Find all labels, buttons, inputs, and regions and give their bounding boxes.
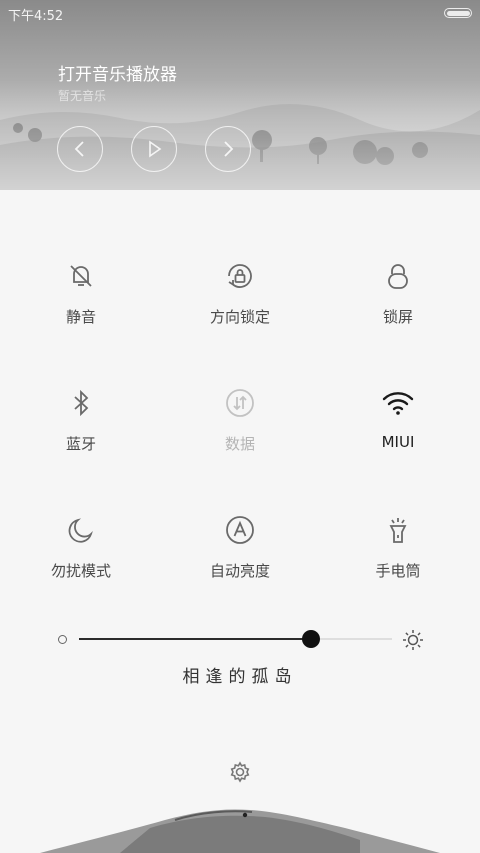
brightness-slider-handle[interactable] — [301, 630, 320, 648]
toggle-lock-screen[interactable]: 锁屏 — [319, 258, 477, 348]
toggle-do-not-disturb[interactable]: 勿扰模式 — [2, 512, 160, 602]
status-time: 下午4:52 — [8, 9, 64, 24]
next-button[interactable] — [205, 126, 251, 172]
toggle-auto-brightness[interactable]: 自动亮度 — [161, 512, 319, 602]
toggle-flashlight[interactable]: 手电筒 — [319, 512, 477, 602]
auto-brightness-icon — [222, 512, 258, 548]
toggle-label: 勿扰模式 — [50, 562, 111, 580]
toggle-wifi[interactable]: MIUI — [319, 385, 477, 475]
toggle-label: 锁屏 — [382, 308, 413, 326]
toggle-label: 静音 — [65, 308, 96, 326]
gear-icon[interactable] — [229, 761, 251, 783]
bluetooth-icon — [63, 385, 99, 421]
toggle-label: 蓝牙 — [65, 435, 96, 453]
lock-icon — [380, 258, 416, 294]
battery-icon — [444, 8, 472, 18]
brightness-high-icon — [403, 630, 423, 650]
toggle-mobile-data[interactable]: 数据 — [161, 385, 319, 475]
music-title[interactable]: 打开音乐播放器 — [58, 60, 177, 85]
previous-icon — [74, 141, 84, 157]
rotation-lock-icon — [222, 258, 258, 294]
toggle-bluetooth[interactable]: 蓝牙 — [2, 385, 160, 475]
moon-icon — [63, 512, 99, 548]
music-widget[interactable]: 下午4:52 打开音乐播放器 暂无音乐 — [0, 0, 480, 190]
brightness-slider[interactable] — [79, 630, 392, 648]
wifi-icon — [380, 385, 416, 421]
brightness-low-icon — [58, 635, 67, 644]
music-subtitle: 暂无音乐 — [58, 89, 107, 103]
flashlight-icon — [380, 512, 416, 548]
next-icon — [224, 141, 234, 157]
toggle-rotation-lock[interactable]: 方向锁定 — [161, 258, 319, 348]
mobile-data-icon — [222, 385, 258, 421]
island-illustration — [40, 809, 440, 853]
toggle-label: 自动亮度 — [209, 562, 270, 580]
previous-button[interactable] — [57, 126, 103, 172]
brightness-slider-fill — [79, 638, 311, 640]
play-button[interactable] — [131, 126, 177, 172]
toggle-label: 方向锁定 — [209, 308, 270, 326]
toggle-label: 手电筒 — [375, 562, 421, 580]
caption-text: 相逢的孤岛 — [182, 667, 298, 687]
toggle-label: MIUI — [381, 433, 415, 451]
play-icon — [149, 140, 162, 158]
toggle-mute[interactable]: 静音 — [2, 258, 160, 348]
bell-off-icon — [63, 258, 99, 294]
toggle-label: 数据 — [224, 435, 255, 453]
